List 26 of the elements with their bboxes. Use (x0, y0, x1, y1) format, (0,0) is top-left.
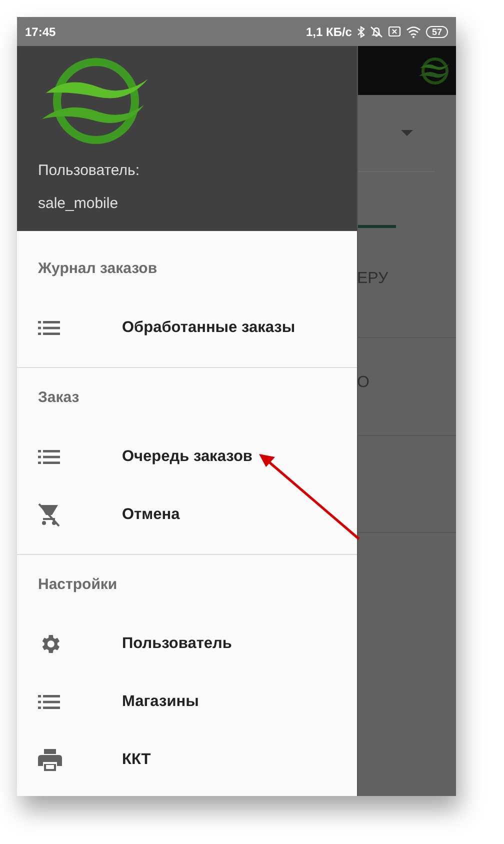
muted-bell-icon (370, 26, 383, 38)
menu-item[interactable]: Очередь заказов (17, 428, 357, 486)
boxed-x-icon (388, 26, 401, 37)
section-header: Заказ (37, 388, 80, 408)
list-icon (38, 321, 60, 335)
user-name: sale_mobile (38, 194, 120, 214)
dropdown-caret-icon (401, 130, 413, 136)
cart-off-icon (38, 503, 60, 527)
user-label: Пользователь: (38, 161, 141, 181)
menu-item[interactable]: ККТ (17, 731, 357, 789)
menu-item[interactable]: Отмена (17, 486, 357, 544)
menu-item[interactable]: Магазины (17, 673, 357, 731)
wifi-icon (406, 26, 421, 38)
battery-indicator: 57 (426, 26, 448, 38)
tab-indicator (358, 225, 396, 228)
section-header: Настройки (37, 575, 118, 595)
status-time: 17:45 (25, 24, 56, 38)
list-icon (38, 450, 60, 464)
printer-icon (38, 749, 62, 771)
menu-item[interactable]: Пользователь (17, 615, 357, 673)
network-speed: 1,1 КБ/с (306, 24, 352, 38)
logo-icon (418, 56, 450, 86)
list-icon (38, 695, 60, 709)
menu-item[interactable]: Обработанные заказы (17, 299, 357, 357)
bluetooth-icon (356, 26, 365, 38)
section-header: Журнал заказов (37, 259, 158, 279)
